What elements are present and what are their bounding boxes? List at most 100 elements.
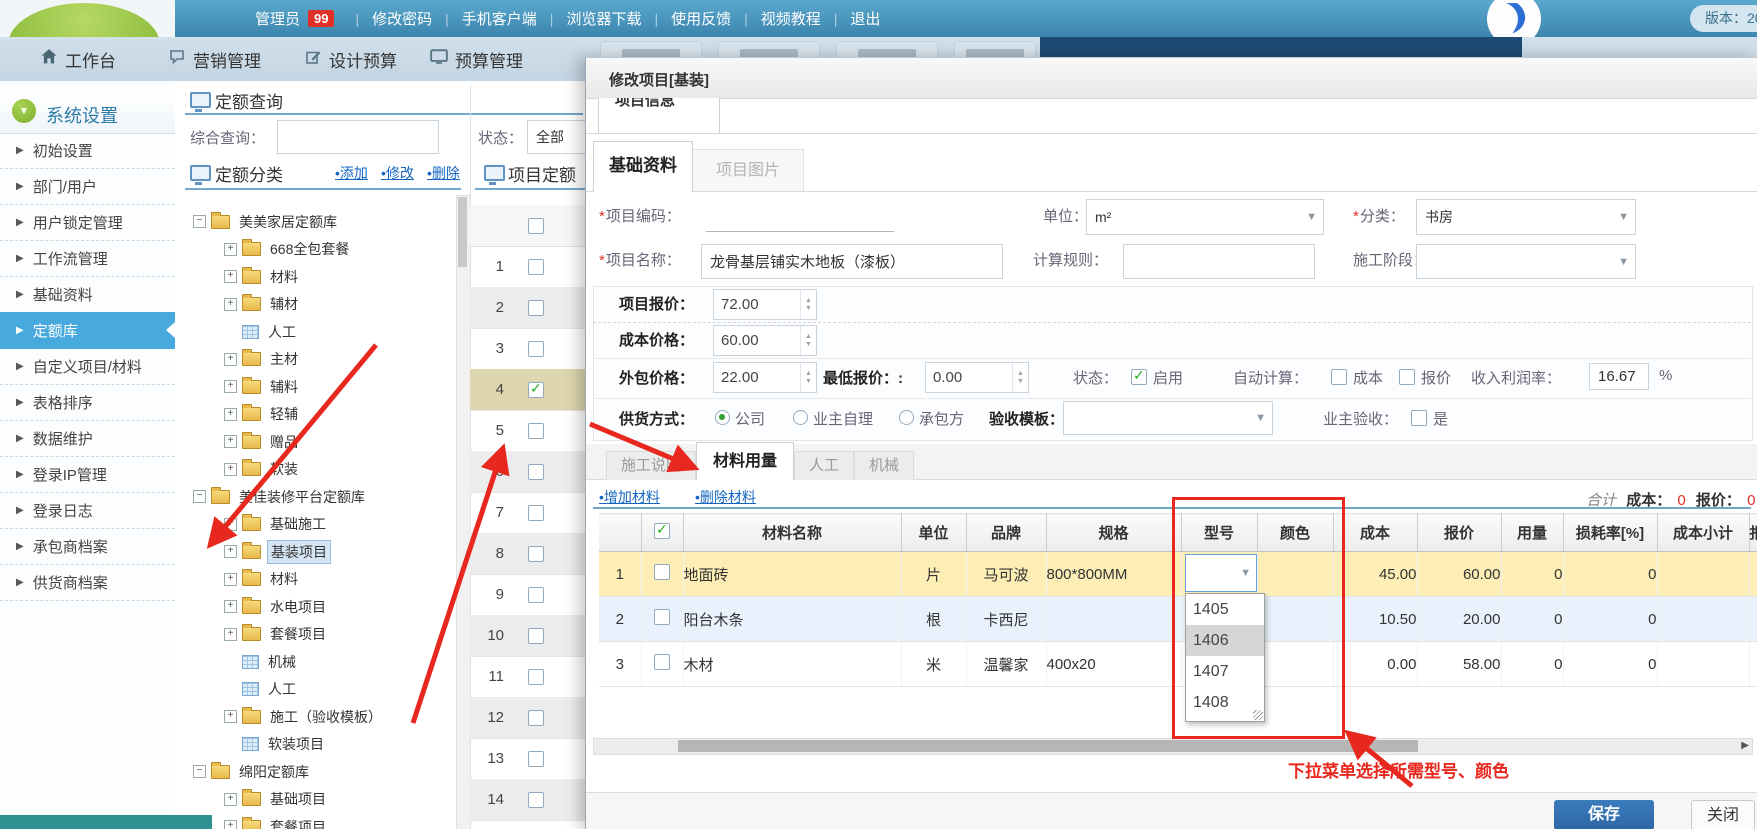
unit-select[interactable]: m² ▼	[1086, 199, 1324, 235]
tree-item-19[interactable]: 软装项目	[224, 731, 327, 758]
expand-icon[interactable]: +	[224, 600, 237, 613]
sidebar-item-8[interactable]: ▶数据维护	[0, 420, 175, 457]
expand-icon[interactable]: +	[224, 710, 237, 723]
model-combobox[interactable]: ▼	[1185, 554, 1257, 592]
header-8[interactable]: 用量	[1501, 514, 1563, 552]
topbar-link-1[interactable]: 手机客户端	[462, 8, 537, 29]
sidebar-item-10[interactable]: ▶登录日志	[0, 492, 175, 529]
project-row-4[interactable]: 4	[470, 369, 585, 411]
subtab-labor[interactable]: 人工	[794, 451, 854, 480]
select-all-materials-checkbox[interactable]	[654, 523, 670, 539]
header-5[interactable]: 颜色	[1257, 514, 1333, 552]
expand-icon[interactable]: +	[224, 793, 237, 806]
header-3[interactable]: 规格	[1046, 514, 1181, 552]
resize-handle-icon[interactable]	[1253, 710, 1263, 720]
sidebar-item-0[interactable]: ▶初始设置	[0, 132, 175, 169]
notification-badge[interactable]: 99	[308, 10, 334, 27]
sidebar-item-2[interactable]: ▶用户锁定管理	[0, 204, 175, 241]
row-checkbox[interactable]	[528, 792, 544, 808]
search-input[interactable]	[277, 120, 439, 154]
tab-project-info[interactable]: 项目信息	[598, 98, 720, 133]
spinner-arrows[interactable]: ▲▼	[800, 326, 816, 355]
sidebar-item-6[interactable]: ▶自定义项目/材料	[0, 348, 175, 385]
header-6[interactable]: 成本	[1333, 514, 1417, 552]
expand-icon[interactable]: +	[224, 518, 237, 531]
stage-select[interactable]: ▼	[1416, 244, 1636, 279]
tree-item-3[interactable]: +辅材	[224, 291, 301, 318]
subtab-construction-notes[interactable]: 施工说明	[606, 451, 696, 480]
header-0[interactable]: 材料名称	[683, 514, 901, 552]
expand-icon[interactable]: +	[224, 435, 237, 448]
expand-icon[interactable]: +	[224, 545, 237, 558]
model-option-1405[interactable]: 1405	[1186, 594, 1264, 625]
close-button[interactable]: 关闭	[1691, 800, 1755, 829]
category-select[interactable]: 书房 ▼	[1416, 199, 1636, 235]
project-row-8[interactable]: 8	[470, 533, 585, 575]
status-enabled-checkbox[interactable]	[1131, 369, 1147, 385]
material-checkbox[interactable]	[654, 654, 670, 670]
row-checkbox[interactable]	[528, 505, 544, 521]
expand-icon[interactable]: +	[224, 298, 237, 311]
header-4[interactable]: 型号	[1181, 514, 1257, 552]
subtab-machinery[interactable]: 机械	[854, 451, 914, 480]
tree-item-0[interactable]: −美美家居定额库	[193, 208, 340, 235]
horizontal-scrollbar[interactable]: ▶	[593, 738, 1753, 755]
expand-icon[interactable]: +	[224, 380, 237, 393]
collapse-icon[interactable]: −	[193, 765, 206, 778]
tree-item-13[interactable]: +材料	[224, 566, 301, 593]
model-option-1407[interactable]: 1407	[1186, 656, 1264, 687]
material-row-3[interactable]: 3木材米温馨家400x200.0058.0000	[599, 642, 1757, 687]
subtab-material-usage[interactable]: 材料用量	[696, 442, 794, 480]
expand-icon[interactable]: +	[224, 408, 237, 421]
row-checkbox[interactable]	[528, 751, 544, 767]
supply-company-radio[interactable]	[715, 410, 730, 425]
spinner-arrows[interactable]: ▲▼	[800, 290, 816, 319]
spinner-arrows[interactable]: ▲▼	[800, 363, 816, 392]
header-2[interactable]: 品牌	[966, 514, 1046, 552]
supply-owner-radio[interactable]	[793, 410, 808, 425]
outsource-input[interactable]: 22.00 ▲▼	[713, 362, 817, 393]
tree-item-9[interactable]: +软装	[224, 456, 301, 483]
remove-material-link[interactable]: •删除材料	[695, 487, 756, 507]
expand-icon[interactable]: +	[224, 573, 237, 586]
model-option-1406[interactable]: 1406	[1186, 625, 1264, 656]
sidebar-item-11[interactable]: ▶承包商档案	[0, 528, 175, 565]
material-row-1[interactable]: 1地面砖片马可波800*800MM45.0060.0000	[599, 552, 1757, 597]
sidebar-item-12[interactable]: ▶供货商档案	[0, 564, 175, 601]
topbar-link-2[interactable]: 浏览器下载	[566, 8, 641, 29]
code-input[interactable]	[706, 207, 894, 232]
cell-checkbox[interactable]	[641, 597, 683, 642]
tree-scrollbar[interactable]	[456, 195, 471, 829]
topbar-link-5[interactable]: 退出	[850, 8, 880, 29]
material-row-2[interactable]: 2阳台木条根卡西尼10.5020.0000	[599, 597, 1757, 642]
category-action-0[interactable]: •添加	[335, 163, 368, 183]
project-row-10[interactable]: 10	[470, 615, 585, 657]
header-10[interactable]: 成本小计	[1657, 514, 1749, 552]
row-checkbox[interactable]	[528, 382, 544, 398]
expand-icon[interactable]: +	[224, 820, 237, 829]
expand-icon[interactable]: +	[224, 270, 237, 283]
sidebar-item-5[interactable]: ▶定额库	[0, 312, 175, 349]
tree-item-21[interactable]: +基础项目	[224, 786, 329, 813]
project-row-9[interactable]: 9	[470, 574, 585, 616]
header-1[interactable]: 单位	[901, 514, 966, 552]
cell-checkbox[interactable]	[641, 642, 683, 687]
tree-item-1[interactable]: +668全包套餐	[224, 236, 352, 263]
spinner-arrows[interactable]: ▲▼	[1012, 363, 1028, 392]
tree-item-4[interactable]: 人工	[224, 318, 299, 345]
add-material-link[interactable]: •增加材料	[599, 487, 660, 507]
profit-input[interactable]: 16.67	[1589, 363, 1649, 390]
nav-tab-2[interactable]: 设计预算	[305, 37, 397, 81]
scrollbar-thumb[interactable]	[678, 740, 1418, 752]
project-row-11[interactable]: 11	[470, 656, 585, 698]
collapse-icon[interactable]: −	[193, 490, 206, 503]
rule-input[interactable]	[1123, 244, 1315, 279]
project-row-1[interactable]: 1	[470, 246, 585, 288]
tree-item-10[interactable]: −美佳装修平台定额库	[193, 483, 368, 510]
row-checkbox[interactable]	[528, 587, 544, 603]
nav-tab-3[interactable]: 预算管理	[430, 37, 523, 81]
tree-item-18[interactable]: +施工（验收模板）	[224, 703, 385, 730]
project-row-2[interactable]: 2	[470, 287, 585, 329]
header-9[interactable]: 损耗率[%]	[1563, 514, 1657, 552]
auto-calc-cost-checkbox[interactable]	[1331, 369, 1347, 385]
